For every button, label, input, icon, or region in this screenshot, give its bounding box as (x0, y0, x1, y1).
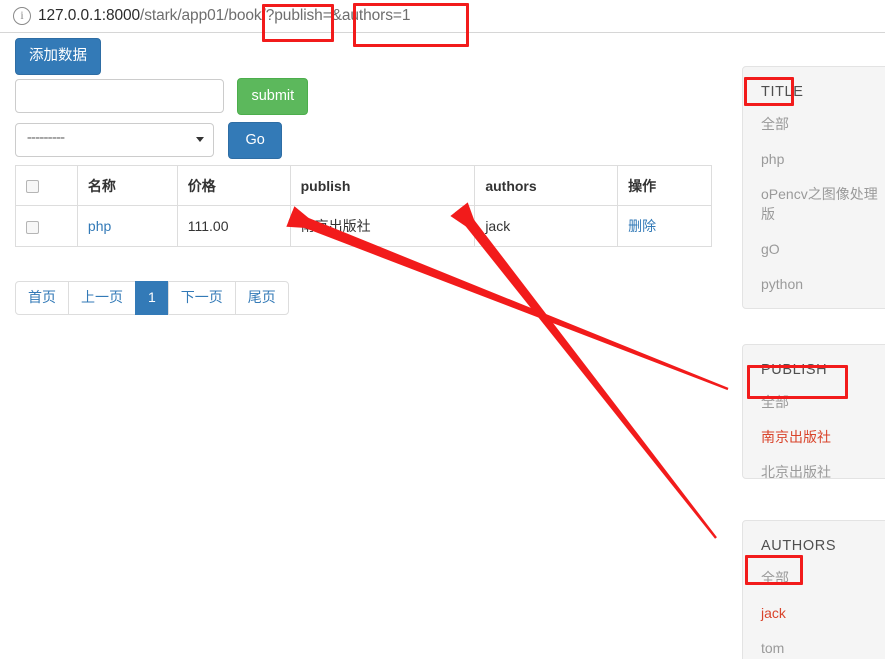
filter-title-option-all[interactable]: 全部 (761, 114, 885, 134)
select-all-checkbox[interactable] (26, 180, 39, 194)
action-select-value: --------- (27, 130, 65, 146)
header-name[interactable]: 名称 (76, 165, 178, 206)
filter-authors-option-all[interactable]: 全部 (761, 568, 885, 588)
header-price[interactable]: 价格 (176, 165, 291, 206)
filter-publish-option-beijing[interactable]: 北京出版社 (761, 462, 885, 482)
url-query: ?publish=&authors=1 (265, 7, 411, 24)
submit-button[interactable]: submit (237, 78, 309, 115)
url-path: /stark/app01/book/ (140, 7, 266, 24)
header-authors[interactable]: authors (474, 165, 619, 206)
delete-link[interactable]: 删除 (628, 218, 656, 234)
chevron-down-icon (196, 137, 204, 143)
row-select-cell (15, 205, 78, 247)
info-icon[interactable]: i (13, 7, 31, 25)
cell-operation: 删除 (617, 205, 712, 247)
url-host: 127.0.0.1:8000 (38, 7, 141, 24)
filter-publish-option-nanjing[interactable]: 南京出版社 (761, 427, 885, 447)
filter-authors-option-tom[interactable]: tom (761, 638, 885, 658)
page-first[interactable]: 首页 (15, 281, 69, 315)
header-operation[interactable]: 操作 (617, 165, 712, 206)
search-input[interactable] (15, 79, 224, 114)
search-form: submit (15, 78, 309, 115)
action-select[interactable]: --------- (15, 123, 214, 158)
pagination: 首页 上一页 1 下一页 尾页 (15, 281, 289, 315)
filter-panel-publish: PUBLISH 全部 南京出版社 北京出版社 (742, 344, 885, 482)
filter-title-option-php[interactable]: php (761, 149, 885, 169)
book-table: 名称 价格 publish authors 操作 php 111.00 南京出版… (15, 165, 712, 247)
page-last[interactable]: 尾页 (234, 281, 289, 315)
page-next[interactable]: 下一页 (167, 281, 236, 315)
go-button[interactable]: Go (228, 122, 282, 159)
cell-publish: 南京出版社 (289, 205, 476, 247)
url-text[interactable]: 127.0.0.1:8000/stark/app01/book/?publish… (38, 7, 410, 25)
filter-authors-heading: AUTHORS (761, 538, 837, 554)
filter-panel-authors: AUTHORS 全部 jack tom (742, 520, 885, 659)
add-data-button[interactable]: 添加数据 (15, 38, 101, 75)
cell-authors: jack (474, 205, 619, 247)
filter-authors-option-jack[interactable]: jack (761, 603, 885, 623)
table-header-row: 名称 价格 publish authors 操作 (15, 165, 712, 206)
table-body: php 111.00 南京出版社 jack 删除 (15, 205, 712, 247)
filter-title-option-python[interactable]: python (761, 274, 885, 294)
page-content: 添加数据 submit --------- Go 名称 价格 publish a… (0, 34, 885, 659)
filter-title-option-go[interactable]: gO (761, 239, 885, 259)
action-form: --------- Go (15, 122, 282, 159)
filter-panel-title: TITLE 全部 php oPencv之图像处理 版 gO python (742, 66, 885, 309)
browser-url-bar[interactable]: i 127.0.0.1:8000/stark/app01/book/?publi… (0, 0, 885, 33)
cell-price: 111.00 (176, 205, 291, 247)
select-all-header (15, 165, 78, 206)
filter-title-heading: TITLE (761, 84, 804, 100)
table-head: 名称 价格 publish authors 操作 (15, 165, 712, 206)
header-publish[interactable]: publish (289, 165, 476, 206)
app-root: i 127.0.0.1:8000/stark/app01/book/?publi… (0, 0, 885, 659)
row-checkbox[interactable] (26, 220, 39, 234)
book-name-link[interactable]: php (88, 218, 111, 234)
filter-publish-option-all[interactable]: 全部 (761, 392, 885, 412)
filter-publish-heading: PUBLISH (761, 362, 828, 378)
page-prev[interactable]: 上一页 (68, 281, 136, 315)
filter-title-option-opencv[interactable]: oPencv之图像处理 版 (761, 184, 885, 224)
page-1[interactable]: 1 (135, 281, 169, 315)
table-row: php 111.00 南京出版社 jack 删除 (15, 205, 712, 247)
cell-name: php (76, 205, 178, 247)
